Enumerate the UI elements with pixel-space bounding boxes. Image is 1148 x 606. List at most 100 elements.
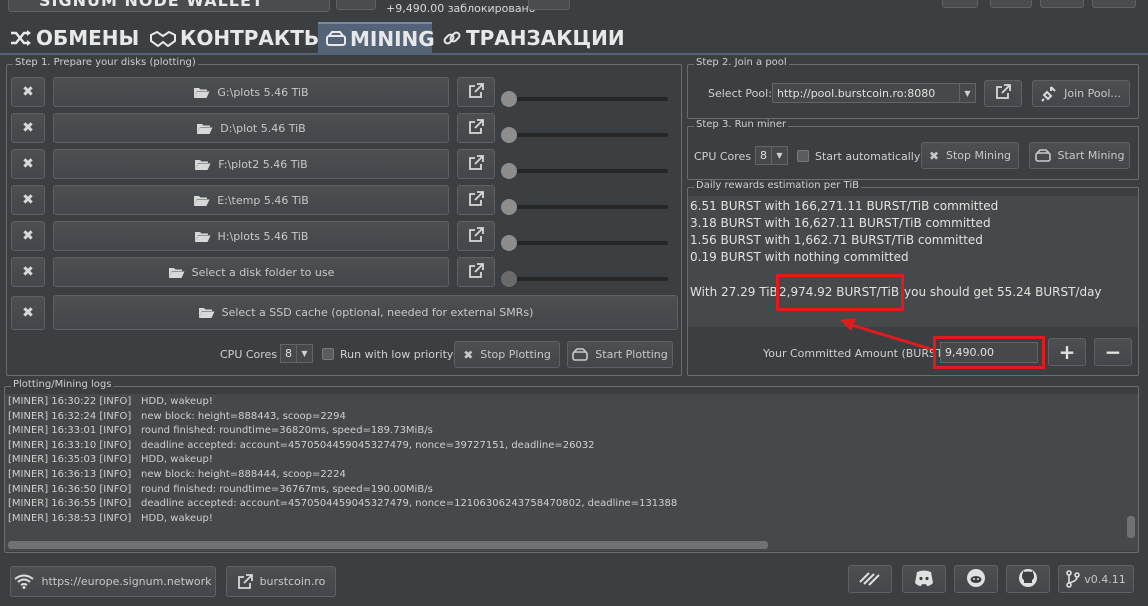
log-line: [MINER] 16:32:24 [INFO] new block: height…	[8, 411, 346, 422]
plot-size-slider-thumb[interactable]	[501, 271, 517, 287]
plot-size-slider-thumb[interactable]	[501, 235, 517, 251]
disk-folder-button[interactable]: D:\plot 5.46 TiB	[53, 113, 449, 143]
log-message: deadline accepted: account=4570504459045…	[141, 498, 678, 510]
remove-disk-button[interactable]: ✖	[11, 149, 45, 179]
log-horizontal-scrollbar[interactable]	[6, 540, 1125, 550]
plot-size-slider[interactable]	[504, 97, 668, 101]
discord-button[interactable]	[902, 565, 946, 593]
plot-size-slider-thumb[interactable]	[501, 163, 517, 179]
disk-folder-button[interactable]: H:\plots 5.46 TiB	[53, 221, 449, 251]
folder-open-icon	[194, 158, 211, 171]
hdd-icon	[572, 348, 589, 361]
header-button-2[interactable]	[990, 0, 1032, 8]
external-link-icon	[468, 190, 484, 210]
remove-disk-button[interactable]: ✖	[11, 257, 45, 287]
log-message: HDD, wakeup!	[141, 454, 213, 466]
disk-folder-button[interactable]: F:\plot2 5.46 TiB	[53, 149, 449, 179]
log-line: [MINER] 16:36:55 [INFO] deadline accepted…	[8, 498, 677, 509]
log-horizontal-scroll-thumb[interactable]	[8, 541, 768, 549]
star-button[interactable]	[528, 0, 570, 10]
select-ssd-button[interactable]: Select a SSD cache (optional, needed for…	[53, 295, 678, 330]
open-disk-button[interactable]	[457, 221, 495, 251]
github-button[interactable]	[1006, 565, 1050, 593]
header-button-4[interactable]	[1092, 0, 1136, 8]
header-button-1[interactable]	[942, 0, 978, 8]
low-priority-label: Run with low priority	[340, 348, 454, 361]
remove-disk-button[interactable]: ✖	[11, 113, 45, 143]
log-timestamp: [MINER] 16:33:01 [INFO]	[8, 425, 132, 437]
reward-line: 3.18 BURST with 16,627.11 BURST/TiB comm…	[690, 216, 991, 230]
open-disk-button[interactable]	[457, 185, 495, 215]
chevron-down-icon: ▼	[771, 147, 787, 164]
join-pool-button[interactable]: Join Pool...	[1032, 80, 1130, 107]
step2-title: Step 2. Join a pool	[694, 57, 789, 68]
tab-transactions[interactable]: ТРАНЗАКЦИИ	[434, 22, 625, 54]
disk-folder-button[interactable]: Select a disk folder to use	[53, 257, 449, 287]
log-message: HDD, wakeup!	[141, 512, 213, 524]
reward-line: 6.51 BURST with 166,271.11 BURST/TiB com…	[690, 199, 999, 213]
hdd-icon	[326, 31, 346, 47]
log-vertical-scroll-thumb[interactable]	[1127, 516, 1135, 538]
plot-cpu-select[interactable]: 8 ▼	[280, 344, 313, 363]
mine-cpu-select[interactable]: 8 ▼	[755, 146, 788, 165]
stop-plotting-button[interactable]: ✖ Stop Plotting	[454, 341, 560, 368]
start-mining-button[interactable]: Start Mining	[1029, 142, 1130, 169]
disk-folder-label: E:\temp 5.46 TiB	[217, 193, 309, 207]
wifi-icon	[14, 574, 35, 589]
tab-contracts[interactable]: КОНТРАКТЫ	[142, 22, 325, 54]
open-disk-button[interactable]	[457, 77, 495, 107]
tab-mining[interactable]: MINING	[318, 22, 435, 54]
reddit-button[interactable]	[954, 565, 998, 593]
log-message: new block: height=888443, scoop=2294	[141, 410, 346, 422]
logs-title: Plotting/Mining logs	[11, 379, 114, 390]
tab-exchanges[interactable]: ОБМЕНЫ	[2, 22, 140, 54]
open-disk-button[interactable]	[457, 113, 495, 143]
copy-button[interactable]	[336, 0, 376, 10]
log-message: round finished: roundtime=36767ms, speed…	[141, 483, 433, 495]
remove-disk-button[interactable]: ✖	[11, 221, 45, 251]
stop-mining-button[interactable]: ✖ Stop Mining	[921, 142, 1019, 169]
reward-summary-suffix: you should get 55.24 BURST/day	[904, 285, 1102, 299]
open-disk-button[interactable]	[457, 149, 495, 179]
explorer-button[interactable]: burstcoin.ro	[226, 566, 336, 597]
header-button-3[interactable]	[1040, 0, 1084, 8]
account-button[interactable]: SIGNUM NODE WALLET	[8, 0, 330, 12]
low-priority-checkbox[interactable]	[322, 348, 334, 360]
pool-select[interactable]: http://pool.burstcoin.ro:8080 ▼	[772, 83, 976, 103]
log-message: round finished: roundtime=36820ms, speed…	[141, 425, 433, 437]
plot-size-slider-thumb[interactable]	[501, 127, 517, 143]
external-link-icon	[237, 573, 253, 590]
version-button[interactable]: v0.4.11	[1058, 565, 1134, 593]
remove-ssd-button[interactable]: ✖	[11, 296, 45, 330]
increase-commitment-button[interactable]: +	[1048, 338, 1086, 366]
remove-disk-button[interactable]: ✖	[11, 77, 45, 107]
disk-folder-button[interactable]: G:\plots 5.46 TiB	[53, 77, 449, 107]
plot-size-slider[interactable]	[504, 133, 668, 137]
external-link-icon	[468, 262, 484, 282]
disk-folder-button[interactable]: E:\temp 5.46 TiB	[53, 185, 449, 215]
open-disk-button[interactable]	[457, 257, 495, 287]
log-line: [MINER] 16:33:10 [INFO] deadline accepted…	[8, 440, 595, 451]
plot-size-slider[interactable]	[504, 241, 668, 245]
committed-amount-input[interactable]: 9,490.00	[940, 342, 1038, 363]
plot-size-slider[interactable]	[504, 169, 668, 173]
open-pool-button[interactable]	[984, 80, 1022, 107]
node-button[interactable]: https://europe.signum.network	[10, 566, 216, 597]
close-icon: ✖	[22, 84, 34, 100]
log-vertical-scrollbar[interactable]	[1125, 394, 1137, 540]
plot-size-slider-thumb[interactable]	[501, 91, 517, 107]
rewards-title: Daily rewards estimation per TiB	[694, 180, 861, 191]
external-link-icon	[468, 82, 484, 102]
tab-underline	[0, 53, 1148, 55]
plot-size-slider[interactable]	[504, 205, 668, 209]
start-plotting-button[interactable]: Start Plotting	[567, 341, 673, 368]
log-timestamp: [MINER] 16:36:55 [INFO]	[8, 498, 132, 510]
auto-start-checkbox[interactable]	[797, 150, 809, 162]
plot-size-slider[interactable]	[504, 277, 668, 281]
remove-disk-button[interactable]: ✖	[11, 185, 45, 215]
signum-button[interactable]	[848, 565, 892, 593]
log-line: [MINER] 16:36:50 [INFO] round finished: r…	[8, 484, 433, 495]
mine-cpu-label: CPU Cores	[694, 150, 752, 163]
decrease-commitment-button[interactable]: −	[1094, 338, 1132, 366]
plot-size-slider-thumb[interactable]	[501, 199, 517, 215]
